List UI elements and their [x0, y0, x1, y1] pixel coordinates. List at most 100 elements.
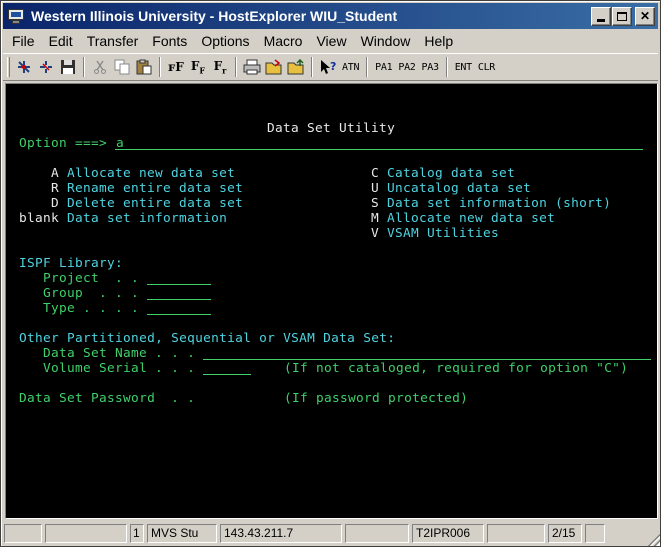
status-empty-3	[345, 523, 409, 543]
status-empty-2	[45, 523, 127, 543]
status-cursor: 2/15	[548, 523, 582, 543]
folder-open-icon	[265, 59, 282, 75]
other-dataset-header: Other Partitioned, Sequential or VSAM Da…	[19, 331, 396, 346]
option-key-a: A	[51, 166, 60, 181]
toolbar-separator	[235, 57, 237, 77]
connect-button[interactable]	[14, 56, 34, 78]
toolbar-separator	[83, 57, 85, 77]
pa3-button[interactable]: PA3	[420, 56, 441, 78]
type-label: Type . . . .	[43, 301, 140, 316]
help-pointer-icon: ?	[321, 60, 336, 74]
status-system: MVS Stu	[147, 523, 217, 543]
dataset-name-input[interactable]	[203, 359, 651, 360]
option-desc-d: Delete entire data set	[67, 196, 244, 211]
option-key-u: U	[371, 181, 380, 196]
pa1-button[interactable]: PA1	[373, 56, 394, 78]
font-larger-icon: Fr	[213, 58, 227, 76]
menu-view[interactable]: View	[309, 33, 353, 49]
title-bar[interactable]: Western Illinois University - HostExplor…	[3, 3, 658, 29]
menu-window[interactable]: Window	[354, 33, 418, 49]
font-larger-button[interactable]: Fr	[210, 56, 230, 78]
group-label: Group . . .	[43, 286, 140, 301]
floppy-disk-icon	[61, 60, 75, 74]
disconnect-button[interactable]	[36, 56, 56, 78]
window-title: Western Illinois University - HostExplor…	[31, 8, 398, 24]
menu-file[interactable]: File	[3, 33, 42, 49]
status-ip: 143.43.211.7	[220, 523, 342, 543]
ispf-library-header: ISPF Library:	[19, 256, 124, 271]
menu-help[interactable]: Help	[417, 33, 460, 49]
option-desc-blank: Data set information	[67, 211, 228, 226]
toolbar-separator	[159, 57, 161, 77]
option-desc-u: Uncatalog data set	[387, 181, 532, 196]
minimize-button[interactable]	[591, 6, 611, 26]
resize-grip[interactable]	[648, 534, 660, 546]
hostexplorer-app-icon[interactable]	[7, 7, 25, 25]
option-desc-s: Data set information (short)	[387, 196, 612, 211]
printer-icon	[243, 59, 261, 75]
status-empty-4	[487, 523, 545, 543]
enter-button[interactable]: ENT	[453, 56, 474, 78]
copy-button[interactable]	[112, 56, 132, 78]
project-input[interactable]	[147, 284, 211, 285]
password-input[interactable]	[203, 404, 267, 405]
option-input-underline	[115, 149, 643, 150]
close-button[interactable]: ✕	[635, 6, 655, 26]
menu-fonts[interactable]: Fonts	[145, 33, 194, 49]
copy-icon	[114, 59, 130, 75]
menu-transfer[interactable]: Transfer	[80, 33, 146, 49]
maximize-button[interactable]	[612, 6, 632, 26]
toolbar-separator	[366, 57, 369, 77]
font-smaller-button[interactable]: FF	[188, 56, 208, 78]
status-empty-1	[4, 523, 42, 543]
menu-options[interactable]: Options	[194, 33, 256, 49]
password-label: Data Set Password . .	[19, 391, 196, 406]
group-input[interactable]	[147, 299, 211, 300]
print-button[interactable]	[242, 56, 262, 78]
close-icon: ✕	[639, 9, 651, 23]
option-desc-m: Allocate new data set	[387, 211, 556, 226]
option-desc-c: Catalog data set	[387, 166, 516, 181]
menu-edit[interactable]: Edit	[42, 33, 80, 49]
status-session: 1	[130, 523, 144, 543]
receive-file-button[interactable]	[264, 56, 284, 78]
clear-button[interactable]: CLR	[476, 56, 497, 78]
option-key-d: D	[51, 196, 60, 211]
connect-icon	[18, 61, 30, 73]
folder-send-icon	[287, 59, 304, 75]
option-key-r: R	[51, 181, 60, 196]
option-label: Option ===>	[19, 136, 108, 151]
option-key-s: S	[371, 196, 380, 211]
option-desc-r: Rename entire data set	[67, 181, 244, 196]
font-select-button[interactable]: ꜰF	[166, 56, 186, 78]
atn-button[interactable]: ATN	[340, 56, 361, 78]
toolbar-separator	[311, 57, 313, 77]
option-desc-v: VSAM Utilities	[387, 226, 500, 241]
toolbar-grip[interactable]	[7, 57, 10, 77]
pa2-button[interactable]: PA2	[396, 56, 417, 78]
maximize-icon	[617, 11, 627, 21]
terminal-screen[interactable]: Data Set Utility Option ===> a A Allocat…	[5, 83, 658, 519]
password-note: (If password protected)	[284, 391, 469, 406]
svg-text:?: ?	[330, 60, 336, 73]
font-select-icon: ꜰ	[168, 60, 176, 74]
help-pointer-button[interactable]: ?	[318, 56, 338, 78]
volume-serial-input[interactable]	[203, 374, 251, 375]
menu-bar: File Edit Transfer Fonts Options Macro V…	[3, 30, 658, 52]
status-bar: 1 MVS Stu 143.43.211.7 T2IPR006 2/15	[3, 522, 658, 544]
paste-button[interactable]	[134, 56, 154, 78]
type-input[interactable]	[147, 314, 211, 315]
screen-title: Data Set Utility	[267, 121, 396, 136]
volume-serial-label: Volume Serial . . .	[43, 361, 196, 376]
cut-button[interactable]	[90, 56, 110, 78]
send-file-button[interactable]	[286, 56, 306, 78]
dataset-name-label: Data Set Name . . .	[43, 346, 196, 361]
menu-macro[interactable]: Macro	[257, 33, 310, 49]
volume-serial-note: (If not cataloged, required for option "…	[284, 361, 629, 376]
option-key-v: V	[371, 226, 380, 241]
disconnect-icon	[40, 61, 52, 73]
minimize-icon	[597, 18, 605, 22]
option-key-blank: blank	[19, 211, 60, 226]
save-button[interactable]	[58, 56, 78, 78]
option-key-c: C	[371, 166, 380, 181]
